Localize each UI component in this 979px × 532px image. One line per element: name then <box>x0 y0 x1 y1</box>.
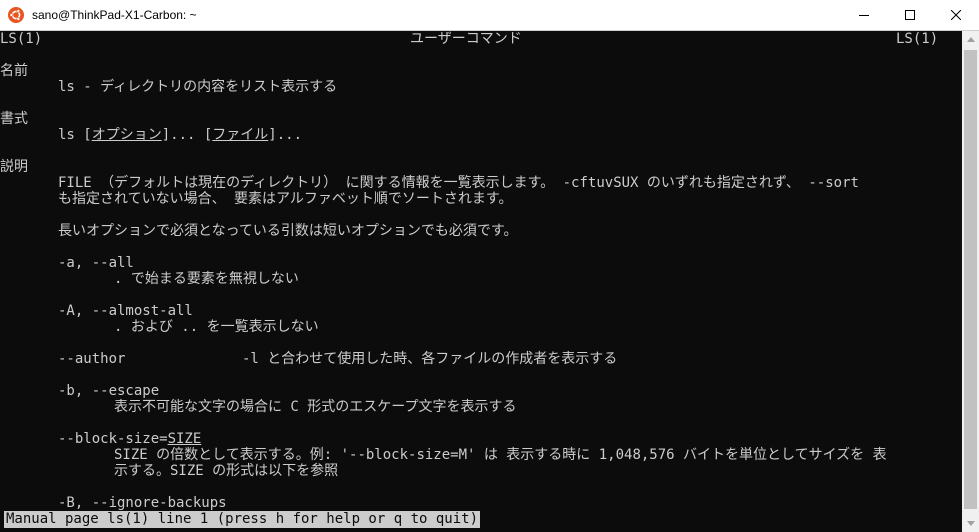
synopsis-line: ls [オプション]... [ファイル]... <box>58 127 303 143</box>
window-title: sano@ThinkPad-X1-Carbon: ~ <box>32 8 197 22</box>
title-bar[interactable]: sano@ThinkPad-X1-Carbon: ~ <box>0 0 979 31</box>
name-description: ls - ディレクトリの内容をリスト表示する <box>58 79 338 95</box>
vertical-scrollbar[interactable] <box>962 31 979 532</box>
scroll-down-button[interactable] <box>962 515 979 532</box>
description-line-3: 長いオプションで必須となっている引数は短いオプションでも必須です。 <box>58 223 518 239</box>
pager-status-line: Manual page ls(1) line 1 (press h for he… <box>4 511 481 528</box>
option-almost-all-description: . および .. を一覧表示しない <box>114 319 319 335</box>
terminal-pane[interactable]: LS(1) ユーザーコマンド LS(1) 名前 ls - ディレクトリの内容をリ… <box>0 31 962 532</box>
section-heading-description: 説明 <box>0 159 28 175</box>
option-block-size-description-2: 示する。SIZE の形式は以下を参照 <box>114 463 339 479</box>
description-line-1: FILE （デフォルトは現在のディレクトリ） に関する情報を一覧表示します。 -… <box>58 175 859 191</box>
maximize-icon <box>905 10 915 20</box>
scroll-up-button[interactable] <box>962 31 979 48</box>
option-all-description: . で始まる要素を無視しない <box>114 271 299 287</box>
option-almost-all: -A, --almost-all <box>58 303 193 319</box>
synopsis-file: ファイル <box>212 127 269 143</box>
minimize-icon <box>859 15 869 16</box>
man-header-center: ユーザーコマンド <box>410 31 522 47</box>
man-header-right: LS(1) <box>896 31 939 47</box>
option-all: -a, --all <box>58 255 134 271</box>
option-escape-description: 表示不可能な文字の場合に C 形式のエスケープ文字を表示する <box>114 399 517 415</box>
synopsis-command: ls <box>58 127 75 143</box>
scroll-thumb[interactable] <box>964 50 977 509</box>
option-block-size-arg: SIZE <box>167 431 202 447</box>
minimize-button[interactable] <box>841 0 887 30</box>
synopsis-option: オプション <box>91 127 162 143</box>
maximize-button[interactable] <box>887 0 933 30</box>
arrow-down-icon <box>966 521 975 526</box>
close-button[interactable] <box>933 0 979 30</box>
close-icon <box>951 10 961 20</box>
description-line-2: も指定されていない場合、 要素はアルファベット順でソートされます。 <box>58 191 513 207</box>
section-heading-synopsis: 書式 <box>0 111 28 127</box>
option-author-description: -l と合わせて使用した時、各ファイルの作成者を表示する <box>242 351 618 367</box>
man-header-left: LS(1) <box>0 31 43 47</box>
option-block-size: --block-size=SIZE <box>58 431 201 447</box>
option-author: --author <box>58 351 126 367</box>
option-ignore-backups: -B, --ignore-backups <box>58 495 227 511</box>
option-block-size-flag: --block-size= <box>58 431 168 447</box>
section-heading-name: 名前 <box>0 63 28 79</box>
option-escape: -b, --escape <box>58 383 160 399</box>
option-block-size-description-1: SIZE の倍数として表示する。例: '--block-size=M' は 表示… <box>114 447 887 463</box>
ubuntu-icon <box>8 7 24 23</box>
arrow-up-icon <box>966 37 975 42</box>
